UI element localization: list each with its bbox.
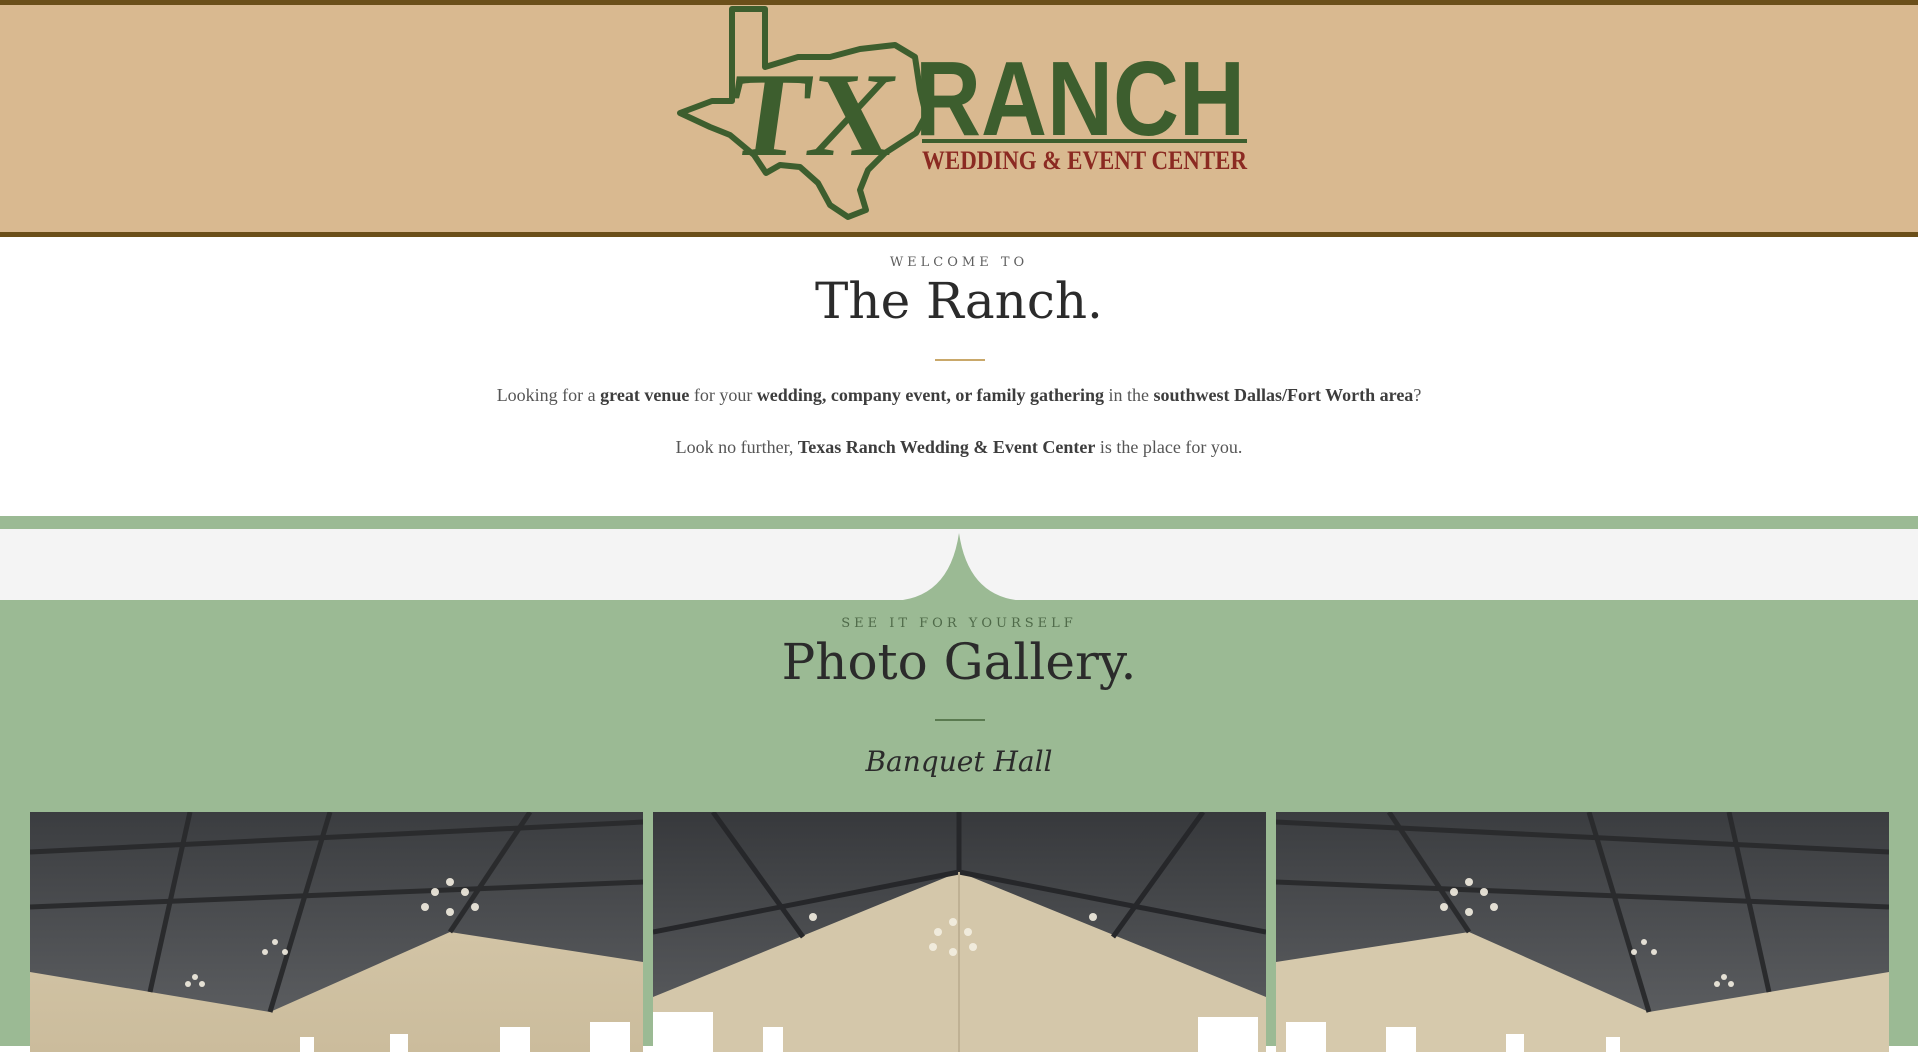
- welcome-paragraph-2: Look no further, Texas Ranch Wedding & E…: [0, 437, 1918, 458]
- tx-ranch-logo[interactable]: TX RANCH WEDDING & EVENT CENTER: [670, 5, 1260, 235]
- logo-mark-text: TX: [720, 50, 905, 182]
- site-header: TX RANCH WEDDING & EVENT CENTER: [0, 0, 1918, 237]
- banquet-hall-photo-1[interactable]: [30, 812, 643, 1052]
- text-fragment: Looking for a: [496, 385, 601, 405]
- gallery-section-label: Banquet Hall: [865, 745, 1053, 778]
- gallery-divider: [935, 719, 985, 721]
- section-band: [0, 516, 1918, 529]
- welcome-title: The Ranch.: [815, 272, 1103, 330]
- text-fragment: is the place for you.: [1095, 437, 1243, 457]
- text-fragment: Look no further,: [675, 437, 798, 457]
- welcome-paragraph-1: Looking for a great venue for your weddi…: [0, 385, 1918, 406]
- text-fragment: for your: [689, 385, 757, 405]
- text-fragment: ?: [1413, 385, 1422, 405]
- bold-fragment: Texas Ranch Wedding & Event Center: [797, 437, 1096, 457]
- welcome-section: WELCOME TO The Ranch. Looking for a grea…: [0, 237, 1918, 516]
- logo-tagline-text: WEDDING & EVENT CENTER: [922, 146, 1247, 175]
- banquet-hall-photo-3[interactable]: [1276, 812, 1889, 1052]
- banquet-hall-photo-2[interactable]: [653, 812, 1266, 1052]
- welcome-divider: [935, 359, 985, 361]
- text-fragment: in the: [1103, 385, 1154, 405]
- bold-fragment: wedding, company event, or family gather…: [756, 385, 1104, 405]
- photo-gallery-section: SEE IT FOR YOURSELF Photo Gallery. Banqu…: [0, 600, 1918, 1052]
- welcome-kicker: WELCOME TO: [889, 255, 1029, 270]
- separator-notch-shape: [889, 533, 1029, 601]
- bold-fragment: great venue: [600, 385, 690, 405]
- gallery-title: Photo Gallery.: [781, 633, 1137, 691]
- gallery-kicker: SEE IT FOR YOURSELF: [841, 616, 1077, 631]
- bold-fragment: southwest Dallas/Fort Worth area: [1153, 385, 1414, 405]
